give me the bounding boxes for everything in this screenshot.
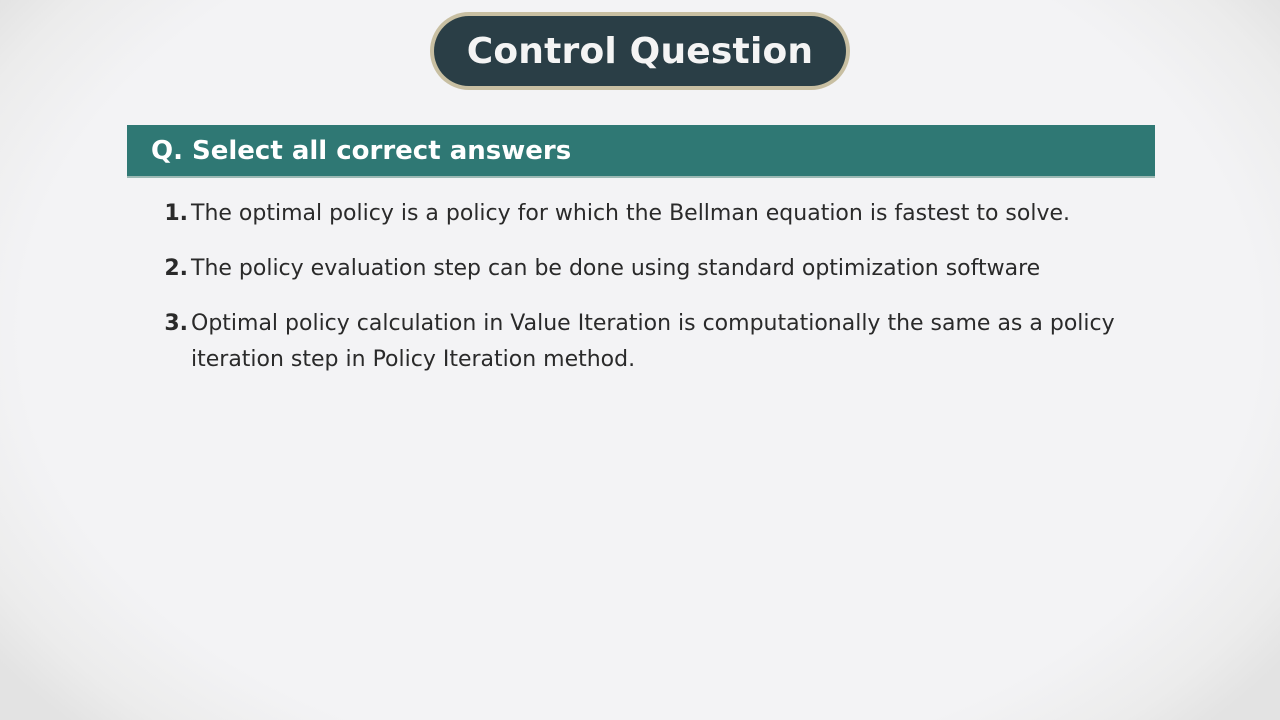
question-header: Q. Select all correct answers [127, 125, 1155, 178]
answer-number: 2. [164, 256, 188, 281]
answer-number: 1. [164, 201, 188, 226]
answer-list: 1. The optimal policy is a policy for wh… [150, 196, 1140, 397]
answer-option-1[interactable]: 1. The optimal policy is a policy for wh… [150, 196, 1140, 232]
answer-text: The optimal policy is a policy for which… [191, 201, 1070, 226]
question-text: Q. Select all correct answers [151, 135, 572, 166]
title-banner: Control Question [430, 12, 850, 90]
answer-text: Optimal policy calculation in Value Iter… [191, 311, 1115, 372]
slide-title: Control Question [466, 30, 814, 72]
answer-option-2[interactable]: 2. The policy evaluation step can be don… [150, 251, 1140, 287]
answer-number: 3. [164, 311, 188, 336]
title-banner-inner: Control Question [434, 16, 846, 86]
answer-option-3[interactable]: 3. Optimal policy calculation in Value I… [150, 306, 1140, 378]
answer-text: The policy evaluation step can be done u… [191, 256, 1041, 281]
